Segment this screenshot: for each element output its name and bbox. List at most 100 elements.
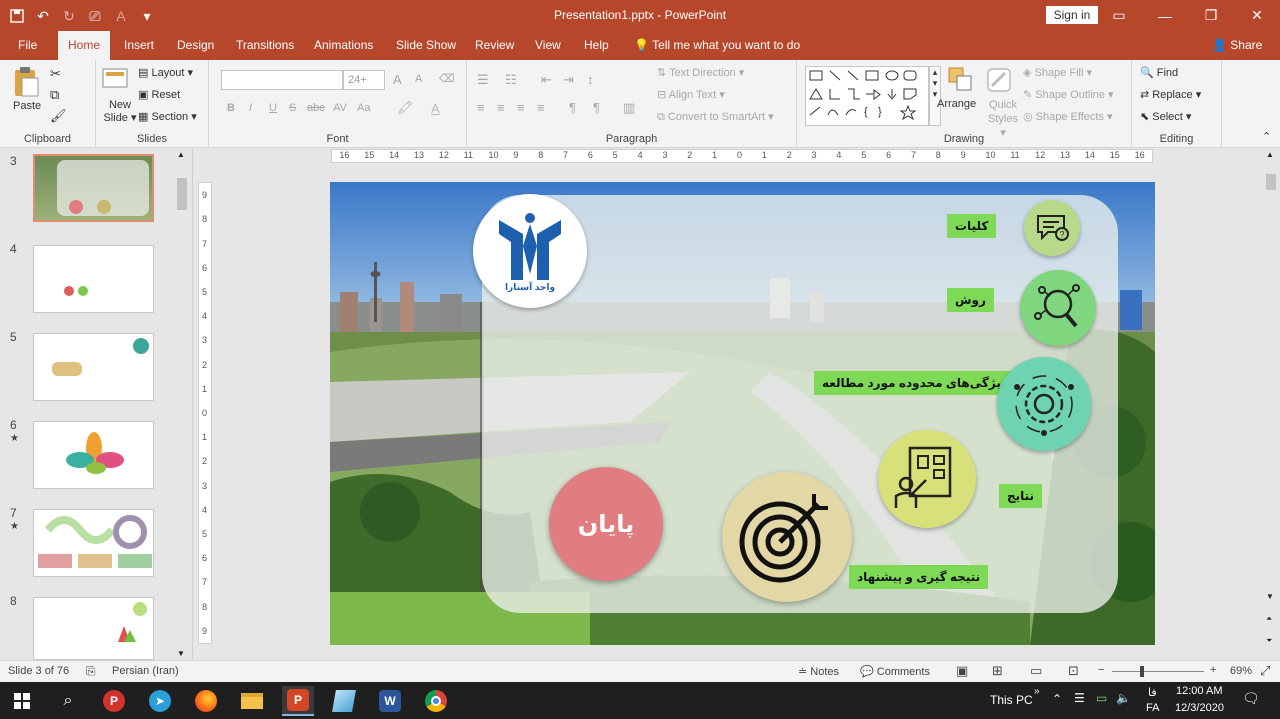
- file-explorer-icon[interactable]: [236, 686, 268, 716]
- columns-icon[interactable]: ▥: [623, 100, 635, 116]
- shape-fill-button[interactable]: ◈ Shape Fill ▾: [1023, 66, 1092, 79]
- bold-button[interactable]: B: [227, 102, 235, 114]
- indent-less-icon[interactable]: ⇤: [541, 72, 552, 88]
- scroll-up-icon[interactable]: ▲: [177, 150, 185, 159]
- tray-overflow-icon[interactable]: ⌃: [1052, 692, 1062, 706]
- new-slide-icon[interactable]: [102, 66, 130, 99]
- tab-review[interactable]: Review: [475, 31, 514, 60]
- shapes-gallery-scroll[interactable]: ▴ ▾ ▾: [929, 66, 941, 126]
- item-label[interactable]: نتیجه گیری و پیشنهاد: [849, 565, 989, 589]
- scroll-down-icon[interactable]: ▼: [177, 649, 185, 658]
- zoom-slider-thumb[interactable]: [1140, 666, 1145, 677]
- font-color-button[interactable]: A: [431, 101, 440, 116]
- battery-icon[interactable]: ▭: [1096, 691, 1107, 705]
- rtl-icon[interactable]: ¶: [569, 100, 576, 115]
- highlight-icon[interactable]: 🖍: [397, 100, 414, 116]
- item-label[interactable]: ویژگی‌های محدوده مورد مطالعه: [814, 371, 1017, 395]
- minimize-icon[interactable]: —: [1142, 0, 1188, 31]
- slide-thumbnail-8[interactable]: [33, 597, 154, 660]
- reading-view-icon[interactable]: ▭: [1030, 663, 1042, 679]
- thumbnail-scrollbar[interactable]: ▲ ▼: [175, 148, 189, 660]
- keyboard-lang[interactable]: FA: [1146, 702, 1159, 714]
- layout-button[interactable]: ▤ Layout ▾: [138, 66, 193, 79]
- magnifier-network-icon[interactable]: [1020, 270, 1096, 346]
- keyboard-lang-short[interactable]: فا: [1148, 686, 1157, 699]
- select-button[interactable]: ⬉ Select ▾: [1140, 110, 1191, 123]
- tab-help[interactable]: Help: [584, 31, 609, 60]
- shape-outline-button[interactable]: ✎ Shape Outline ▾: [1023, 88, 1114, 101]
- zoom-level[interactable]: 69%: [1230, 665, 1252, 677]
- item-label[interactable]: روش: [947, 288, 994, 312]
- network-icon[interactable]: ☰: [1074, 691, 1085, 705]
- ribbon-display-icon[interactable]: ▭: [1096, 0, 1142, 31]
- target-icon[interactable]: [722, 472, 852, 602]
- copy-icon[interactable]: ⧉: [50, 87, 59, 103]
- close-icon[interactable]: ✕: [1234, 0, 1280, 31]
- scroll-up-icon[interactable]: ▲: [1266, 150, 1274, 159]
- telegram-icon[interactable]: ➤: [144, 686, 176, 716]
- slide-sorter-icon[interactable]: ⊞: [992, 663, 1003, 679]
- search-icon[interactable]: ⌕: [52, 686, 84, 716]
- change-case-button[interactable]: Aa: [357, 102, 370, 114]
- slide-thumbnail-6[interactable]: [33, 421, 154, 489]
- comments-button[interactable]: 💬 Comments: [860, 665, 930, 678]
- chrome-icon[interactable]: [420, 686, 452, 716]
- shapes-gallery[interactable]: {}: [805, 66, 929, 126]
- character-spacing-button[interactable]: AV: [333, 102, 347, 114]
- toolbar-expand-icon[interactable]: »: [1034, 686, 1040, 697]
- previous-slide-icon[interactable]: ⏶: [1266, 614, 1272, 624]
- item-label[interactable]: نتایج: [999, 484, 1043, 508]
- end-button[interactable]: پایان: [549, 467, 663, 581]
- gear-network-icon[interactable]: [997, 357, 1091, 451]
- clear-formatting-icon[interactable]: ⌫: [439, 72, 455, 85]
- arrange-icon[interactable]: [947, 66, 975, 97]
- paste-icon[interactable]: [12, 66, 42, 100]
- tab-transitions[interactable]: Transitions: [236, 31, 294, 60]
- justify-icon[interactable]: ≡: [537, 100, 545, 115]
- section-button[interactable]: ▦ Section ▾: [138, 110, 197, 123]
- share-button[interactable]: 👤 Share: [1212, 31, 1262, 60]
- italic-button[interactable]: I: [249, 102, 252, 114]
- slide-thumbnail-3[interactable]: [33, 154, 154, 222]
- bullets-icon[interactable]: ☰: [477, 72, 489, 88]
- zoom-out-icon[interactable]: −: [1098, 664, 1104, 676]
- format-painter-icon[interactable]: 🖌: [50, 108, 67, 124]
- tab-file[interactable]: File: [18, 31, 37, 60]
- fit-slide-icon[interactable]: ⤢: [1260, 663, 1270, 679]
- replace-button[interactable]: ⇄ Replace ▾: [1140, 88, 1201, 101]
- language-indicator[interactable]: Persian (Iran): [112, 665, 179, 677]
- zoom-slider[interactable]: [1112, 666, 1204, 677]
- text-direction-button[interactable]: ⇅ Text Direction ▾: [657, 66, 744, 79]
- chat-question-icon[interactable]: ?: [1024, 200, 1080, 256]
- underline-button[interactable]: U: [269, 102, 277, 114]
- app-p-icon[interactable]: P: [98, 686, 130, 716]
- align-right-icon[interactable]: ≡: [517, 100, 525, 115]
- thumbnail-scroll-thumb[interactable]: [177, 178, 187, 210]
- tab-animations[interactable]: Animations: [314, 31, 373, 60]
- paste-button[interactable]: Paste: [13, 100, 41, 112]
- convert-smartart-button[interactable]: ⧉ Convert to SmartArt ▾: [657, 110, 774, 124]
- line-spacing-icon[interactable]: ↕: [587, 72, 594, 87]
- quick-styles-icon[interactable]: [985, 66, 1013, 97]
- current-slide[interactable]: واحد آستارا کلیات ? روش ویژگی‌های محدوده…: [330, 182, 1155, 645]
- slide-thumbnail-7[interactable]: [33, 509, 154, 577]
- shadow-button[interactable]: S: [289, 102, 296, 114]
- slide-show-icon[interactable]: ⊡: [1068, 663, 1079, 679]
- slide-counter[interactable]: Slide 3 of 76: [8, 665, 69, 677]
- arrange-button[interactable]: Arrange: [937, 98, 976, 110]
- normal-view-icon[interactable]: ▣: [956, 663, 968, 679]
- powerpoint-icon[interactable]: P: [282, 686, 314, 716]
- new-slide-button[interactable]: New Slide ▾: [102, 99, 138, 125]
- item-label[interactable]: کلیات: [947, 214, 997, 238]
- cut-icon[interactable]: ✂: [50, 66, 61, 82]
- align-center-icon[interactable]: ≡: [497, 100, 505, 115]
- tell-me-box[interactable]: 💡 Tell me what you want to do: [634, 31, 800, 60]
- clock-date[interactable]: 12/3/2020: [1175, 702, 1224, 714]
- maximize-icon[interactable]: ❐: [1188, 0, 1234, 31]
- indent-more-icon[interactable]: ⇥: [563, 72, 574, 88]
- scroll-down-icon[interactable]: ▼: [1266, 592, 1274, 601]
- tab-home[interactable]: Home: [58, 31, 111, 60]
- font-size-field[interactable]: 24+: [343, 70, 385, 90]
- slide-scrollbar[interactable]: ▲ ▼ ⏶ ⏷: [1264, 148, 1278, 660]
- app-blue-icon[interactable]: [328, 686, 360, 716]
